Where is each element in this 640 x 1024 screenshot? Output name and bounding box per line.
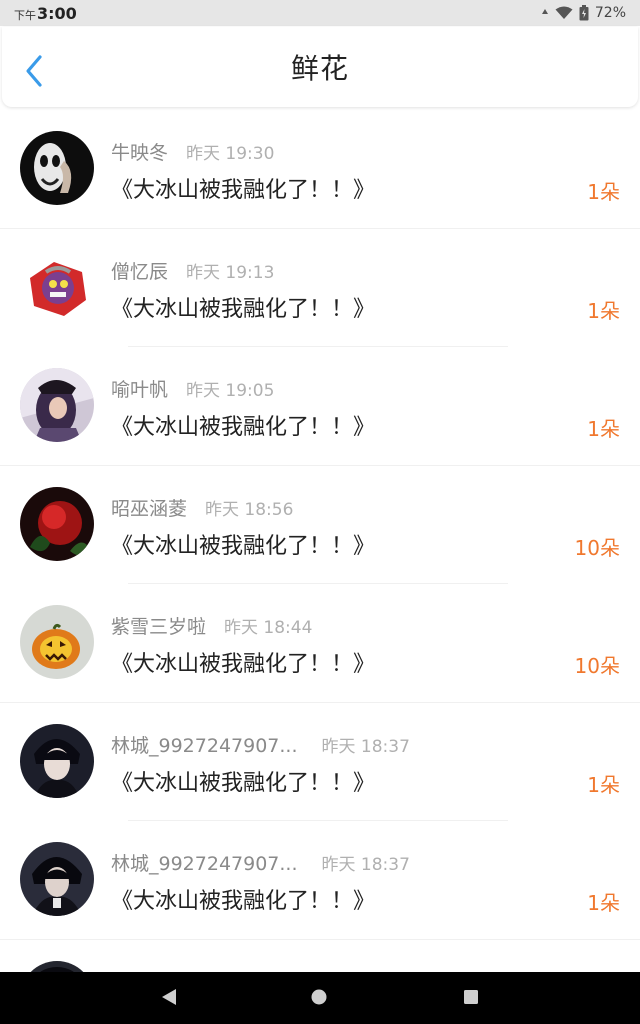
sender-line: 昭巫涵菱 昨天 18:56 (111, 494, 293, 521)
timestamp: 昨天 18:37 (321, 736, 410, 757)
list-item[interactable]: 林城_9927247907... 昨天 18:37 《大冰山被我融化了！！》 1… (0, 821, 640, 940)
book-title: 《大冰山被我融化了！！》 (111, 770, 376, 796)
circle-home-icon (310, 988, 328, 1010)
flower-list[interactable]: 牛映冬 昨天 19:30 《大冰山被我融化了！！》 1朵 僧忆辰 昨天 19:1… (0, 110, 640, 972)
list-item[interactable]: 僧忆辰 昨天 19:13 《大冰山被我融化了！！》 1朵 (0, 229, 640, 347)
battery-percent: 72% (594, 5, 626, 21)
flower-count: 1朵 (587, 891, 620, 915)
signal-arrow-icon (541, 8, 549, 18)
book-title: 《大冰山被我融化了！！》 (111, 415, 376, 440)
timestamp: 昨天 19:05 (186, 381, 275, 401)
avatar[interactable] (20, 842, 94, 916)
book-title: 《大冰山被我融化了！！》 (111, 178, 376, 203)
status-ampm: 下午 (14, 8, 36, 22)
sender-name[interactable]: 昭巫涵菱 (111, 494, 187, 521)
avatar[interactable] (20, 131, 94, 205)
chevron-left-icon (24, 54, 44, 92)
book-title: 《大冰山被我融化了！！》 (111, 889, 376, 914)
sender-line: 僧忆辰 昨天 19:13 (111, 257, 274, 284)
list-item[interactable]: 牛映冬 昨天 19:30 《大冰山被我融化了！！》 1朵 (0, 110, 640, 229)
avatar[interactable] (20, 486, 94, 561)
flower-count: 1朵 (587, 298, 620, 323)
back-button[interactable] (20, 55, 48, 91)
book-title: 《大冰山被我融化了！！》 (111, 296, 376, 322)
wifi-icon (555, 6, 573, 20)
triangle-back-icon (161, 988, 177, 1010)
status-indicators: 72% (541, 5, 626, 21)
flower-count: 1朵 (587, 417, 620, 441)
avatar[interactable] (20, 960, 94, 972)
avatar[interactable] (20, 368, 94, 442)
status-bar: 下午 3:00 72% (0, 0, 640, 26)
sender-line: 紫雪三岁啦 昨天 18:44 (111, 612, 312, 639)
book-title: 《大冰山被我融化了！！》 (111, 533, 376, 559)
square-recents-icon (463, 989, 479, 1009)
timestamp: 昨天 18:37 (321, 855, 410, 875)
book-title: 《大冰山被我融化了！！》 (111, 652, 376, 677)
list-item[interactable]: 喻叶帆 昨天 19:05 《大冰山被我融化了！！》 1朵 (0, 347, 640, 466)
sender-name[interactable]: 牛映冬 (111, 138, 168, 165)
timestamp: 昨天 18:44 (224, 618, 313, 638)
avatar[interactable] (20, 723, 94, 798)
list-item[interactable]: 林城_9927247907... 昨天 18:37 《大冰山被我融化了！！》 1… (0, 703, 640, 821)
nav-home-button[interactable] (308, 988, 330, 1010)
sender-name[interactable]: 林城_9927247907... (111, 731, 298, 758)
avatar[interactable] (20, 249, 94, 324)
battery-icon (579, 5, 589, 21)
page-title: 鲜花 (290, 52, 349, 85)
sender-name[interactable]: 林城_9927247907... (111, 849, 298, 876)
sender-line: 林城_9927247907... 昨天 18:37 (111, 731, 410, 758)
status-clock: 下午 3:00 (14, 4, 77, 23)
flower-count: 1朵 (587, 180, 620, 204)
timestamp: 昨天 19:13 (186, 262, 275, 283)
flower-count: 10朵 (574, 535, 620, 560)
sender-name[interactable]: 僧忆辰 (111, 257, 168, 284)
flower-count: 10朵 (574, 654, 620, 678)
timestamp: 昨天 18:56 (205, 499, 294, 520)
status-time: 3:00 (37, 3, 77, 23)
app-header: 鲜花 (2, 27, 638, 107)
system-nav-bar (0, 972, 640, 1024)
list-item-partial[interactable] (0, 940, 640, 972)
sender-name[interactable]: 喻叶帆 (111, 375, 168, 402)
timestamp: 昨天 19:30 (186, 144, 275, 164)
avatar[interactable] (20, 605, 94, 679)
sender-name[interactable]: 紫雪三岁啦 (111, 612, 206, 639)
sender-line: 喻叶帆 昨天 19:05 (111, 375, 274, 402)
nav-recents-button[interactable] (460, 988, 482, 1010)
sender-line: 林城_9927247907... 昨天 18:37 (111, 849, 410, 876)
list-item[interactable]: 紫雪三岁啦 昨天 18:44 《大冰山被我融化了！！》 10朵 (0, 584, 640, 703)
sender-line: 牛映冬 昨天 19:30 (111, 138, 274, 165)
nav-back-button[interactable] (158, 988, 180, 1010)
list-item[interactable]: 昭巫涵菱 昨天 18:56 《大冰山被我融化了！！》 10朵 (0, 466, 640, 584)
flower-count: 1朵 (587, 772, 620, 797)
